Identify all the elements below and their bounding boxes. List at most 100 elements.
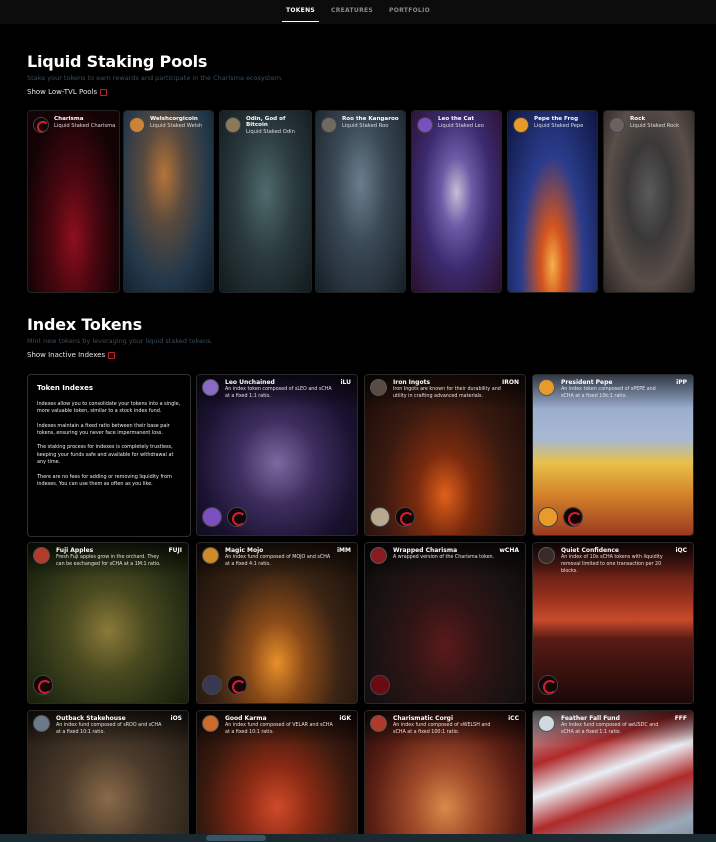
pool-sub: Liquid Staked Leo: [438, 123, 484, 129]
charisma-token-icon: [563, 507, 583, 527]
card-desc: Fresh Fuji apples grow in the orchard. T…: [56, 555, 161, 567]
pool-art: [28, 111, 119, 292]
leo-token-icon: [202, 507, 222, 527]
scrollbar-thumb[interactable]: [206, 835, 266, 841]
pool-art: [220, 111, 311, 292]
charisma-logo-icon: [370, 675, 390, 695]
tab-tokens[interactable]: TOKENS: [278, 0, 323, 24]
corgi-icon: [129, 117, 145, 133]
pool-art: [508, 111, 597, 292]
horizontal-scrollbar[interactable]: [0, 834, 716, 842]
index-title: Index Tokens: [27, 315, 142, 334]
tab-creatures[interactable]: CREATURES: [323, 0, 381, 24]
card-desc: An index fund composed of sWELSH and sCH…: [393, 723, 491, 735]
pool-card-rock[interactable]: Rock Liquid Staked Rock: [603, 110, 695, 293]
card-symbol: iOS: [170, 715, 182, 722]
pool-art: [412, 111, 501, 292]
index-card-iron-ingots[interactable]: Iron Ingots IRON Iron Ingots are known f…: [364, 374, 526, 536]
rock-icon: [609, 117, 625, 133]
index-card-quiet-confidence[interactable]: Quiet Confidence iQC An index of 10x sCH…: [532, 542, 694, 704]
low-tvl-toggle[interactable]: Show Low-TVL Pools: [27, 88, 108, 96]
inactive-checkbox[interactable]: [108, 351, 116, 359]
tab-portfolio[interactable]: PORTFOLIO: [381, 0, 438, 24]
mojo-token-icon: [202, 675, 222, 695]
frog-icon: [513, 117, 529, 133]
pool-name: Odin, God of Bitcoin: [246, 116, 286, 129]
index-card-feather-fall-fund[interactable]: Feather Fall Fund FFF An index fund comp…: [532, 710, 694, 842]
charisma-token-icon: [33, 675, 53, 695]
card-desc: An index fund composed of MOJO and sCHA …: [225, 555, 331, 567]
card-name: Wrapped Charisma: [393, 547, 458, 554]
charisma-token-icon: [227, 507, 247, 527]
pool-name: Leo the Cat: [438, 116, 475, 122]
index-card-charismatic-corgi[interactable]: Charismatic Corgi iCC An index fund comp…: [364, 710, 526, 842]
info-paragraph: Indexes allow you to consolidate your to…: [37, 401, 181, 415]
index-subtitle: Mint new tokens by leveraging your liqui…: [27, 337, 213, 345]
pool-sub: Liquid Staked Odin: [246, 129, 295, 135]
card-name: Fuji Apples: [56, 547, 94, 554]
wrapped-charisma-icon: [370, 547, 387, 564]
charisma-icon: [33, 117, 49, 133]
card-desc: An index of 10x sCHA tokens with liquidi…: [561, 555, 663, 574]
pool-art: [604, 111, 694, 292]
card-desc: An index fund composed of aeUSDC and sCH…: [561, 723, 659, 735]
top-nav: TOKENS CREATURES PORTFOLIO: [0, 0, 716, 24]
info-title: Token Indexes: [37, 384, 94, 392]
apple-icon: [33, 547, 50, 564]
feather-icon: [538, 715, 555, 732]
pool-card-welsh[interactable]: Welshcorgicoin Liquid Staked Welsh: [123, 110, 214, 293]
card-desc: An index token composed of sPEPE and sCH…: [561, 387, 656, 399]
index-card-leo-unchained[interactable]: Leo Unchained iLU An index token compose…: [196, 374, 358, 536]
pool-name: Welshcorgicoin: [150, 116, 198, 122]
index-card-fuji-apples[interactable]: Fuji Apples FUJI Fresh Fuji apples grow …: [27, 542, 189, 704]
pool-card-roo[interactable]: Roo the Kangaroo Liquid Staked Roo: [315, 110, 406, 293]
pool-art: [316, 111, 405, 292]
staking-subtitle: Stake your tokens to earn rewards and pa…: [27, 74, 284, 82]
index-card-good-karma[interactable]: Good Karma iGK An index fund composed of…: [196, 710, 358, 842]
pepe-token-icon: [538, 507, 558, 527]
low-tvl-checkbox[interactable]: [100, 88, 108, 96]
pool-card-odin[interactable]: Odin, God of Bitcoin Liquid Staked Odin: [219, 110, 312, 293]
index-card-outback-stakehouse[interactable]: Outback Stakehouse iOS An index fund com…: [27, 710, 189, 842]
card-desc: An index token composed of sLEO and sCHA…: [225, 387, 332, 399]
pool-sub: Liquid Staked Welsh: [150, 123, 203, 129]
index-card-president-pepe[interactable]: President Pepe iPP An index token compos…: [532, 374, 694, 536]
pool-name: Pepe the Frog: [534, 116, 579, 122]
corgi-icon: [370, 715, 387, 732]
pool-card-leo[interactable]: Leo the Cat Liquid Staked Leo: [411, 110, 502, 293]
token-indexes-info: Token Indexes Indexes allow you to conso…: [27, 374, 191, 537]
card-symbol: iMM: [337, 547, 351, 554]
card-symbol: wCHA: [499, 547, 519, 554]
pool-sub: Liquid Staked Roo: [342, 123, 389, 129]
charisma-token-icon: [538, 675, 558, 695]
pool-card-pepe[interactable]: Pepe the Frog Liquid Staked Pepe: [507, 110, 598, 293]
pepe-icon: [538, 379, 555, 396]
rock-token-icon: [370, 507, 390, 527]
card-symbol: iPP: [676, 379, 687, 386]
odin-icon: [225, 117, 241, 133]
kangaroo-icon: [321, 117, 337, 133]
card-name: Iron Ingots: [393, 379, 431, 386]
info-paragraph: Indexes maintain a fixed ratio between t…: [37, 422, 170, 437]
info-paragraph: There are no fees for adding or removing…: [37, 473, 172, 487]
index-card-wrapped-charisma[interactable]: Wrapped Charisma wCHA A wrapped version …: [364, 542, 526, 704]
index-card-magic-mojo[interactable]: Magic Mojo iMM An index fund composed of…: [196, 542, 358, 704]
inactive-toggle[interactable]: Show Inactive Indexes: [27, 351, 116, 359]
pool-sub: Liquid Staked Rock: [630, 123, 680, 129]
cat-icon: [417, 117, 433, 133]
pool-name: Roo the Kangaroo: [342, 116, 399, 122]
card-symbol: iGK: [339, 715, 351, 722]
card-name: Feather Fall Fund: [561, 715, 620, 722]
card-symbol: iQC: [675, 547, 687, 554]
card-name: Outback Stakehouse: [56, 715, 126, 722]
card-desc: Iron Ingots are known for their durabili…: [393, 387, 501, 399]
pool-sub: Liquid Staked Charisma: [54, 123, 116, 129]
card-desc: An index fund composed of sROO and sCHA …: [56, 723, 162, 735]
pool-sub: Liquid Staked Pepe: [534, 123, 584, 129]
low-tvl-label: Show Low-TVL Pools: [27, 88, 98, 96]
pool-art: [124, 111, 213, 292]
potion-icon: [202, 547, 219, 564]
kangaroo-icon: [33, 715, 50, 732]
pool-card-charisma[interactable]: Charisma Liquid Staked Charisma: [27, 110, 120, 293]
leo-unchained-icon: [202, 379, 219, 396]
